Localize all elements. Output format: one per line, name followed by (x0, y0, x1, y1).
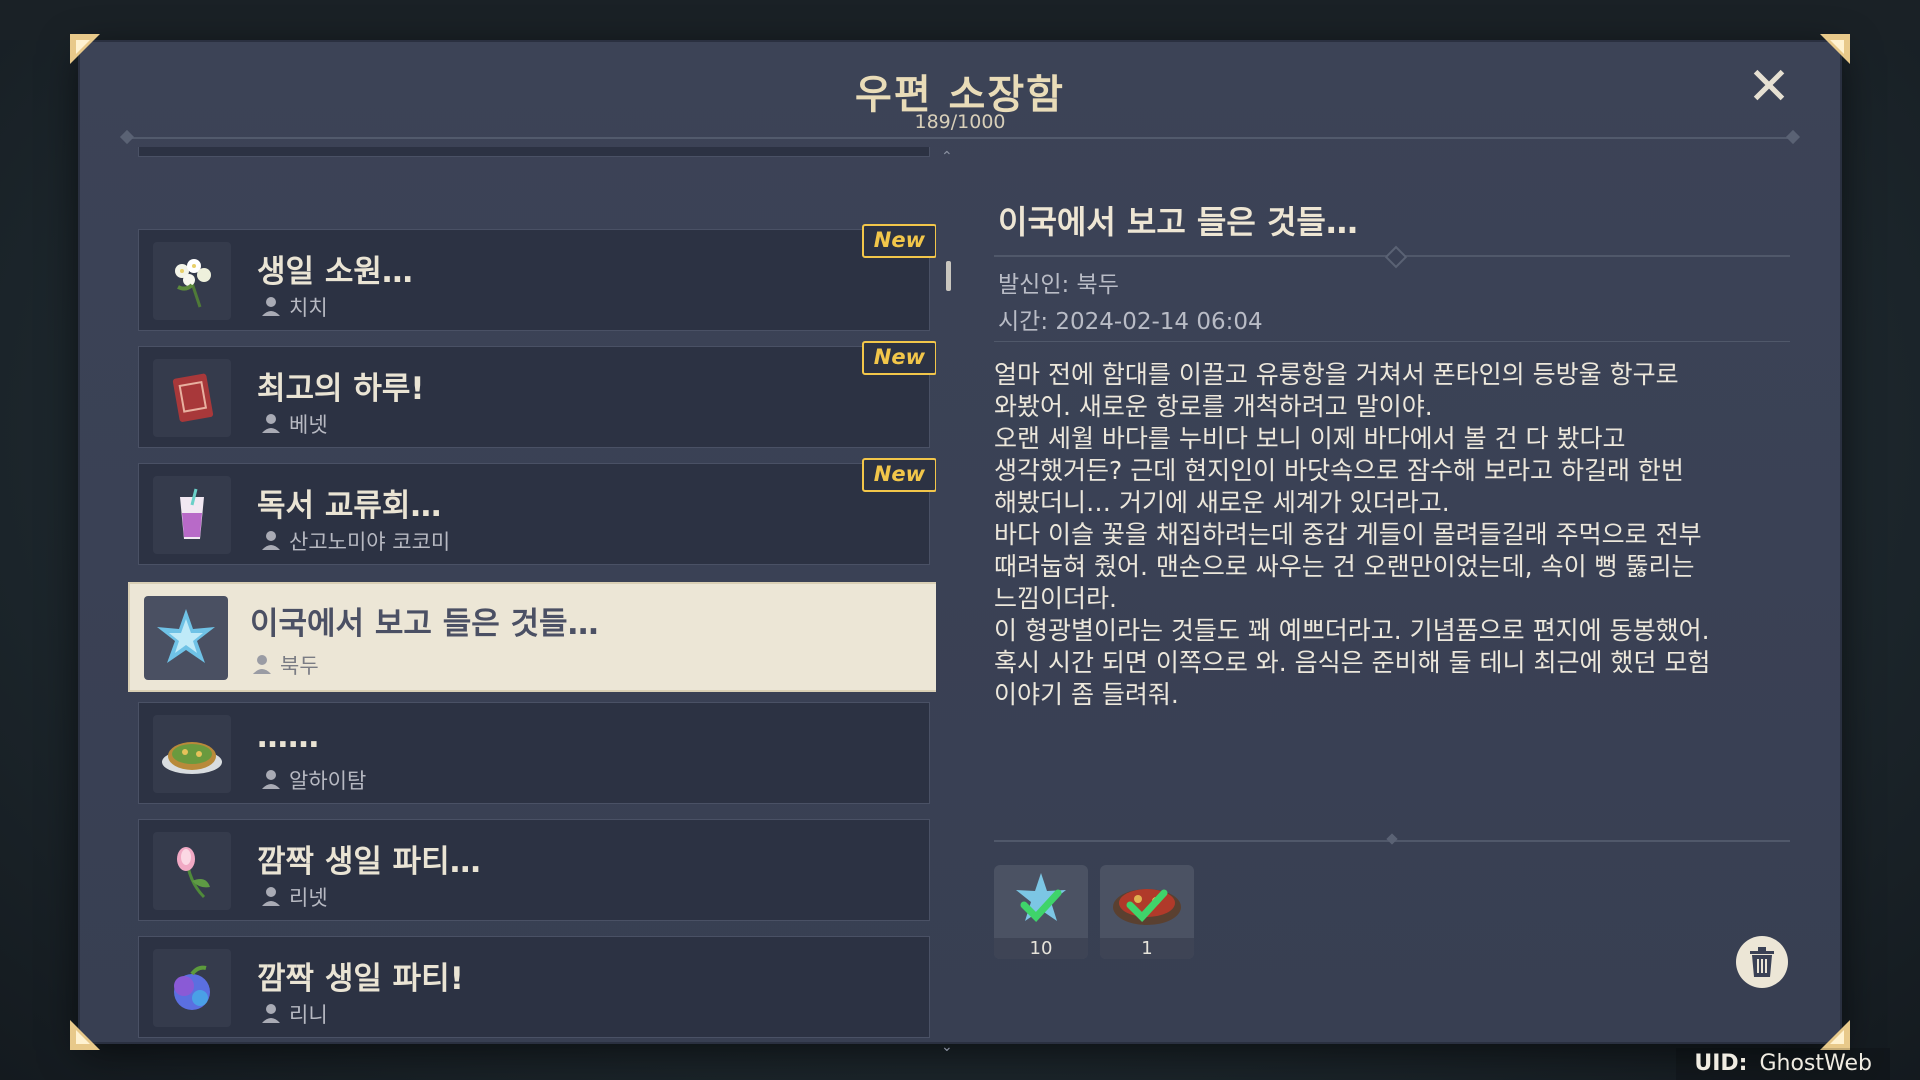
body-line: 생각했거든? 근데 현지인이 바닷속으로 잠수해 보라고 하길래 한번 (994, 456, 1684, 485)
person-icon (262, 531, 280, 550)
mail-subject: …… (257, 719, 319, 755)
attachment-quantity: 1 (1100, 938, 1194, 959)
body-line: 느낌이더라. (994, 584, 1117, 613)
list-item[interactable]: 독서 교류회… 산고노미야 코코미 New (138, 458, 936, 565)
detail-sender: 발신인: 북두 (998, 272, 1119, 298)
list-item-partial[interactable] (138, 147, 930, 157)
mail-sender: 베넷 (289, 413, 328, 437)
mail-detail: 이국에서 보고 들은 것들… 발신인: 북두 시간: 2024-02-14 06… (986, 147, 1796, 1047)
corner-ornament-icon (68, 32, 102, 66)
mail-sender: 북두 (280, 654, 319, 678)
uid-prefix: UID: (1694, 1051, 1748, 1076)
list-item[interactable]: 깜짝 생일 파티… 리넷 (138, 819, 930, 921)
uid-value: GhostWeb (1759, 1051, 1872, 1076)
person-icon (262, 414, 280, 433)
mail-subject: 독서 교류회… (257, 488, 442, 524)
uid-label: UID: GhostWeb (1676, 1048, 1890, 1080)
body-line: 혹시 시간 되면 이쪽으로 와. 음식은 준비해 둘 테니 최근에 했던 모험 (994, 648, 1711, 677)
body-line: 오랜 세월 바다를 누비다 보니 이제 바다에서 볼 건 다 봤다고 (994, 424, 1626, 453)
person-icon (262, 1004, 280, 1023)
purple-drink-icon (153, 476, 231, 554)
person-icon (262, 770, 280, 789)
scroll-thumb[interactable] (946, 261, 951, 291)
delete-button[interactable] (1736, 936, 1788, 988)
close-icon: ✕ (1747, 57, 1791, 117)
detail-subject: 이국에서 보고 들은 것들… (998, 203, 1358, 241)
new-badge: New (861, 341, 936, 375)
corner-ornament-icon (68, 1018, 102, 1052)
list-item[interactable]: …… 알하이탐 (138, 702, 930, 804)
mail-subject: 깜짝 생일 파티! (257, 961, 464, 997)
list-item[interactable]: 깜짝 생일 파티! 리니 (138, 936, 930, 1038)
mail-body: 얼마 전에 함대를 이끌고 유룽항을 거쳐서 폰타인의 등방울 항구로 와봤어.… (994, 359, 1774, 711)
mail-count: 189/1000 (914, 111, 1006, 133)
attachment-item[interactable]: 10 (994, 865, 1088, 959)
body-line: 해봤더니… 거기에 새로운 세계가 있더라고. (994, 488, 1450, 517)
attachment-item[interactable]: 1 (1100, 865, 1194, 959)
body-line: 와봤어. 새로운 항로를 개척하려고 말이야. (994, 392, 1433, 421)
body-line: 얼마 전에 함대를 이끌고 유룽항을 거쳐서 폰타인의 등방울 항구로 (994, 360, 1679, 389)
list-item-selected[interactable]: 이국에서 보고 들은 것들… 북두 (128, 582, 936, 692)
dish-icon (1113, 889, 1181, 925)
mail-subject: 생일 소원… (257, 254, 413, 290)
mail-sender: 산고노미야 코코미 (289, 530, 451, 554)
detail-divider (994, 341, 1790, 342)
body-line: 이야기 좀 들려줘. (994, 680, 1179, 709)
mail-subject: 이국에서 보고 들은 것들… (250, 606, 599, 642)
mail-subject: 깜짝 생일 파티… (257, 844, 481, 880)
person-icon (253, 655, 271, 674)
mail-sender: 치치 (289, 296, 328, 320)
mail-sender: 리넷 (289, 886, 328, 910)
starconch-icon (1016, 873, 1066, 923)
body-line: 이 형광별이라는 것들도 꽤 예쁘더라고. 기념품으로 편지에 동봉했어. (994, 616, 1710, 645)
attachment-divider (994, 840, 1790, 842)
new-badge: New (861, 224, 936, 258)
blue-fruit-icon (153, 949, 231, 1027)
header-divider (126, 137, 1794, 139)
mailbox-panel: 우편 소장함 189/1000 ✕ 생일 소원… 치치 New 최고의 하루! … (70, 34, 1850, 1055)
starconch-icon (144, 596, 228, 680)
mail-sender: 리니 (289, 1003, 328, 1027)
scroll-up-icon: ⌃ (941, 149, 953, 165)
close-button[interactable]: ✕ (1744, 61, 1794, 113)
person-icon (262, 887, 280, 906)
red-book-icon (153, 359, 231, 437)
corner-ornament-icon (1818, 1018, 1852, 1052)
attachment-quantity: 10 (994, 938, 1088, 959)
new-badge: New (861, 458, 936, 492)
mail-sender: 알하이탐 (289, 769, 367, 793)
scroll-down-icon: ⌄ (941, 1039, 953, 1055)
list-item[interactable]: 생일 소원… 치치 New (138, 224, 936, 331)
corner-ornament-icon (1818, 32, 1852, 66)
body-line: 바다 이슬 꽃을 채집하려는데 중갑 게들이 몰려들길래 주먹으로 전부 (994, 520, 1702, 549)
flower-bouquet-icon (153, 242, 231, 320)
list-scrollbar[interactable]: ⌃ ⌄ (941, 149, 953, 1055)
detail-time: 시간: 2024-02-14 06:04 (998, 309, 1263, 335)
mail-list[interactable]: 생일 소원… 치치 New 최고의 하루! 베넷 New 독서 교류회… 산고노… (126, 147, 936, 1057)
background-hud-bar (0, 0, 1920, 40)
food-plate-icon (153, 715, 231, 793)
person-icon (262, 297, 280, 316)
mail-subject: 최고의 하루! (257, 371, 425, 407)
detail-divider (994, 255, 1790, 257)
pink-flower-icon (153, 832, 231, 910)
body-line: 때려눕혀 줬어. 맨손으로 싸우는 건 오랜만이었는데, 속이 뻥 뚫리는 (994, 552, 1695, 581)
trash-icon (1750, 947, 1774, 977)
list-item[interactable]: 최고의 하루! 베넷 New (138, 341, 936, 448)
